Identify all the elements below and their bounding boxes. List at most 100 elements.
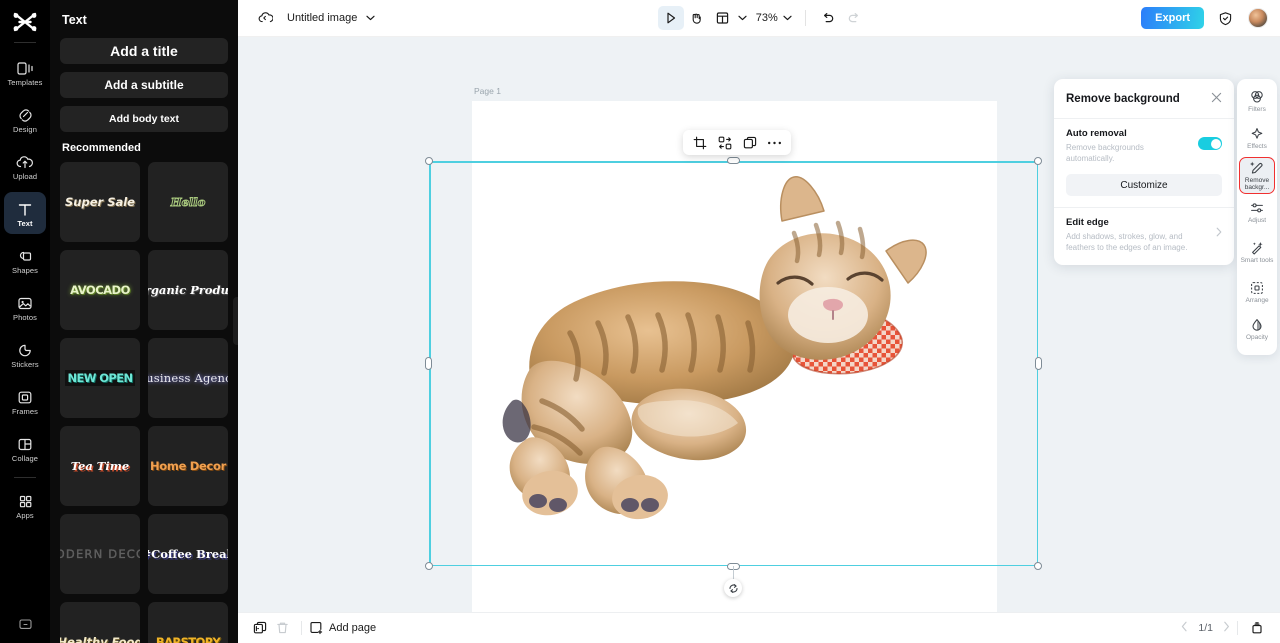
text-template-card[interactable]: Organic Product — [148, 250, 228, 330]
rotate-stem — [732, 566, 734, 580]
edit-edge-text: Edit edge Add shadows, strokes, glow, an… — [1066, 217, 1216, 253]
redo-icon[interactable] — [841, 6, 867, 30]
text-template-card[interactable]: Tea Time — [60, 426, 140, 506]
export-button[interactable]: Export — [1141, 7, 1205, 29]
edit-edge-description: Add shadows, strokes, glow, and feathers… — [1066, 232, 1188, 252]
sidebar-item-label: Design — [13, 124, 37, 134]
frames-icon — [17, 386, 33, 405]
capcut-logo-icon[interactable] — [8, 8, 42, 36]
sidebar-item-photos[interactable]: Photos — [4, 286, 46, 328]
text-template-card[interactable]: Healthy Food — [60, 602, 140, 643]
duplicate-page-icon[interactable] — [248, 618, 271, 639]
image-tools-rail: Filters Effects Remove backgr... Adjust … — [1237, 79, 1277, 355]
crop-icon[interactable] — [688, 132, 711, 153]
replace-image-icon[interactable] — [713, 132, 736, 153]
undo-icon[interactable] — [815, 6, 841, 30]
text-template-card[interactable]: NEW OPEN — [60, 338, 140, 418]
tool-label: Smart tools — [1240, 257, 1274, 265]
text-template-card[interactable]: Hello — [148, 162, 228, 242]
text-template-card[interactable]: Home Decor — [148, 426, 228, 506]
templates-icon — [16, 57, 34, 76]
template-label: Home Decor — [149, 459, 227, 473]
remove-background-panel: Remove background Auto removal Remove ba… — [1054, 79, 1234, 265]
select-cursor-icon[interactable] — [657, 6, 684, 30]
resize-handle-right[interactable] — [1035, 357, 1042, 370]
text-template-card[interactable]: Business Agency — [148, 338, 228, 418]
tool-filters[interactable]: Filters — [1240, 84, 1274, 119]
document-title[interactable]: Untitled image — [287, 12, 357, 24]
adjust-sliders-icon — [1250, 200, 1264, 215]
sidebar-item-label: Collage — [11, 453, 39, 463]
text-template-card[interactable]: Super Sale — [60, 162, 140, 242]
add-subtitle-button[interactable]: Add a subtitle — [60, 72, 228, 98]
left-nav-rail: Templates Design Upload Text Shapes Phot… — [0, 0, 50, 643]
bottom-separator-2 — [1237, 621, 1238, 635]
template-label: Super Sale — [65, 195, 135, 209]
tool-label: Arrange — [1245, 297, 1269, 305]
sidebar-item-shapes[interactable]: Shapes — [4, 239, 46, 281]
arrange-icon — [1250, 280, 1264, 295]
cloud-sync-icon[interactable] — [252, 6, 278, 30]
customize-button[interactable]: Customize — [1066, 174, 1222, 196]
tool-remove-background[interactable]: Remove backgr... — [1239, 157, 1275, 194]
sidebar-item-stickers[interactable]: Stickers — [4, 333, 46, 375]
text-template-grid: Super Sale Hello AVOCADO Organic Product… — [60, 162, 228, 643]
panel-collapse-handle-icon[interactable] — [233, 297, 238, 345]
sidebar-item-apps[interactable]: Apps — [4, 484, 46, 526]
edit-edge-row[interactable]: Edit edge Add shadows, strokes, glow, an… — [1066, 217, 1222, 253]
more-options-icon[interactable] — [763, 132, 786, 153]
smart-tools-wand-icon — [1250, 240, 1264, 255]
chevron-down-icon[interactable] — [357, 6, 383, 30]
tool-adjust[interactable]: Adjust — [1240, 195, 1274, 230]
resize-handle-bottom-right[interactable] — [1034, 562, 1042, 570]
page-indicator: 1/1 — [1198, 622, 1213, 634]
resize-handle-top-left[interactable] — [425, 157, 433, 165]
shield-check-icon[interactable] — [1212, 6, 1238, 30]
canvas-area[interactable]: Page 1 Remove background Auto removal Re… — [238, 37, 1280, 612]
zoom-chevron-down-icon[interactable] — [780, 6, 796, 30]
trash-icon[interactable] — [271, 618, 294, 639]
chevron-right-icon[interactable] — [1223, 621, 1230, 635]
text-template-card[interactable]: #Coffee Break — [148, 514, 228, 594]
chevron-right-icon[interactable] — [1216, 227, 1222, 240]
tool-arrange[interactable]: Arrange — [1240, 275, 1274, 310]
resize-handle-bottom-left[interactable] — [425, 562, 433, 570]
add-page-button[interactable]: Add page — [309, 621, 376, 635]
resize-handle-top-right[interactable] — [1034, 157, 1042, 165]
sidebar-item-templates[interactable]: Templates — [4, 51, 46, 93]
hand-pan-icon[interactable] — [684, 6, 710, 30]
text-template-card[interactable]: MODERN DECOR — [60, 514, 140, 594]
sidebar-item-collage[interactable]: Collage — [4, 427, 46, 469]
tool-opacity[interactable]: Opacity — [1240, 312, 1274, 347]
resize-handle-left[interactable] — [425, 357, 432, 370]
workspace-icon[interactable] — [0, 617, 50, 631]
resize-handle-top[interactable] — [727, 157, 740, 164]
apps-grid-icon — [18, 490, 33, 509]
add-title-button[interactable]: Add a title — [60, 38, 228, 64]
sidebar-item-frames[interactable]: Frames — [4, 380, 46, 422]
rotate-handle-icon[interactable] — [724, 579, 742, 597]
add-body-text-button[interactable]: Add body text — [60, 106, 228, 132]
text-t-icon — [17, 198, 33, 217]
template-label: NEW OPEN — [65, 370, 135, 386]
filters-icon — [1250, 89, 1264, 104]
pages-panel-icon[interactable] — [1245, 618, 1268, 639]
zoom-level[interactable]: 73% — [756, 12, 778, 24]
close-icon[interactable] — [1211, 90, 1222, 108]
layout-chevron-down-icon[interactable] — [736, 6, 750, 30]
chevron-left-icon[interactable] — [1181, 621, 1188, 635]
tool-smart-tools[interactable]: Smart tools — [1240, 232, 1274, 273]
sidebar-item-text[interactable]: Text — [4, 192, 46, 234]
image-float-toolbar — [683, 130, 791, 155]
avatar[interactable] — [1248, 8, 1269, 28]
text-template-card[interactable]: AVOCADO — [60, 250, 140, 330]
layout-grid-icon[interactable] — [710, 6, 736, 30]
selection-box — [425, 157, 1042, 597]
duplicate-icon[interactable] — [738, 132, 761, 153]
tool-effects[interactable]: Effects — [1240, 121, 1274, 156]
sidebar-item-design[interactable]: Design — [4, 98, 46, 140]
text-template-card[interactable]: BARSTORY — [148, 602, 228, 643]
sidebar-item-upload[interactable]: Upload — [4, 145, 46, 187]
tool-label: Opacity — [1245, 334, 1269, 342]
auto-removal-toggle[interactable] — [1198, 137, 1222, 150]
